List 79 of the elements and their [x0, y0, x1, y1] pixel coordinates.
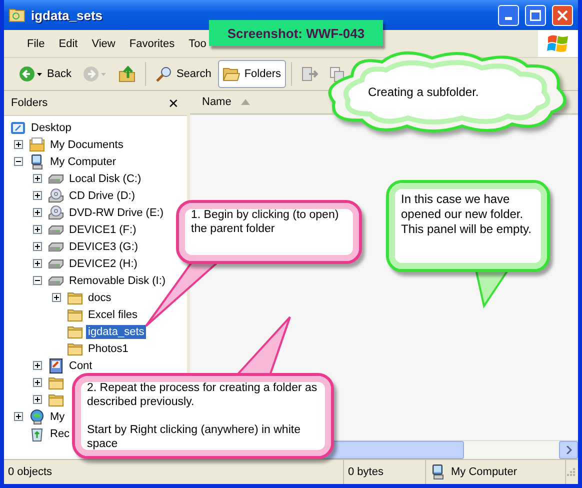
maximize-button[interactable]: [525, 4, 546, 26]
flag-logo-icon: [547, 34, 569, 54]
expand-icon[interactable]: [52, 293, 61, 302]
tree-item[interactable]: DVD-RW Drive (E:): [67, 206, 166, 220]
tree-item[interactable]: Local Disk (C:): [67, 172, 144, 186]
status-text: 0 bytes: [348, 466, 384, 478]
resize-grip-icon: [567, 468, 575, 476]
window-title: igdata_sets: [31, 8, 104, 22]
expand-icon[interactable]: [33, 361, 42, 370]
back-button[interactable]: Back: [14, 60, 76, 88]
documents-folder-icon: [29, 136, 45, 152]
expand-icon[interactable]: [33, 225, 42, 234]
expand-icon[interactable]: [33, 378, 42, 387]
tree-item[interactable]: Cont: [67, 358, 94, 372]
tree-item[interactable]: My Documents: [48, 138, 126, 152]
search-button[interactable]: Search: [151, 60, 216, 88]
callout-text: In this case we have opened our new folder. This panel will be empty.: [401, 192, 532, 237]
search-icon: [156, 66, 172, 82]
minimize-icon: [505, 16, 512, 20]
computer-icon: [29, 154, 45, 170]
tree-item[interactable]: CD Drive (D:): [67, 188, 137, 202]
tree-item[interactable]: docs: [86, 290, 114, 304]
menu-item[interactable]: Edit: [52, 38, 85, 50]
callout-text: 1. Begin by clicking (to open) the parent folder: [191, 208, 340, 236]
minimize-button[interactable]: [498, 4, 519, 26]
menu-item[interactable]: Too: [182, 38, 214, 50]
close-icon: [557, 10, 568, 20]
menu-item[interactable]: File: [20, 38, 52, 50]
folder-icon: [67, 306, 83, 322]
menu-item[interactable]: View: [84, 38, 122, 50]
scroll-right-icon: [566, 446, 572, 454]
folder-icon: [67, 324, 83, 340]
recycle-bin-icon: [29, 426, 45, 442]
status-text: 0 objects: [8, 466, 52, 478]
back-arrow-icon: [19, 66, 43, 82]
maximize-icon: [530, 10, 541, 20]
tree-item[interactable]: Desktop: [29, 120, 74, 134]
disc-drive-icon: [48, 204, 64, 220]
menu-item[interactable]: Favorites: [122, 38, 182, 50]
window-folder-icon: [9, 8, 25, 22]
tree-item[interactable]: igdata_sets: [86, 324, 146, 338]
expand-icon[interactable]: [14, 140, 23, 149]
expand-icon[interactable]: [33, 174, 42, 183]
folders-button[interactable]: Folders: [218, 60, 286, 88]
tree-item[interactable]: DEVICE3 (G:): [67, 240, 140, 254]
control-panel-icon: [48, 358, 64, 374]
tree-item[interactable]: Rec: [48, 426, 72, 440]
folder-icon: [67, 340, 83, 356]
banner-text: Screenshot: WWF-043: [227, 26, 365, 40]
computer-icon: [430, 464, 446, 480]
collapse-icon[interactable]: [33, 276, 42, 285]
callout-text: 2. Repeat the process for creating a folder as described previously. Start by Right clicking (anywhere) in white space: [87, 381, 318, 451]
forward-arrow-icon: [83, 66, 108, 82]
tree-item[interactable]: DEVICE1 (F:): [67, 222, 138, 236]
status-text: My Computer: [451, 466, 518, 478]
move-icon: [302, 67, 318, 81]
disc-drive-icon: [48, 188, 64, 204]
tree-item[interactable]: Photos1: [86, 342, 130, 356]
expand-icon[interactable]: [33, 395, 42, 404]
folder-icon: [223, 67, 240, 81]
collapse-icon[interactable]: [14, 157, 23, 166]
callout-text: Creating a subfolder.: [368, 85, 479, 100]
expand-icon[interactable]: [33, 259, 42, 268]
pane-title: Folders: [11, 97, 48, 109]
tree-item[interactable]: My Computer: [48, 154, 118, 168]
tree-item[interactable]: DEVICE2 (H:): [67, 256, 140, 270]
expand-icon[interactable]: [33, 191, 42, 200]
tree-item[interactable]: Excel files: [86, 308, 140, 322]
desktop-icon: [10, 120, 26, 136]
globe-computer-icon: [29, 408, 45, 424]
pane-close-button[interactable]: ✕: [168, 96, 179, 110]
close-button[interactable]: [552, 4, 573, 26]
expand-icon[interactable]: [33, 242, 42, 251]
expand-icon[interactable]: [14, 412, 23, 421]
tree-item[interactable]: Removable Disk (I:): [67, 274, 168, 288]
folder-icon: [67, 290, 83, 306]
expand-icon[interactable]: [33, 208, 42, 217]
up-folder-icon: [119, 66, 136, 82]
tree-item[interactable]: My: [48, 410, 67, 424]
